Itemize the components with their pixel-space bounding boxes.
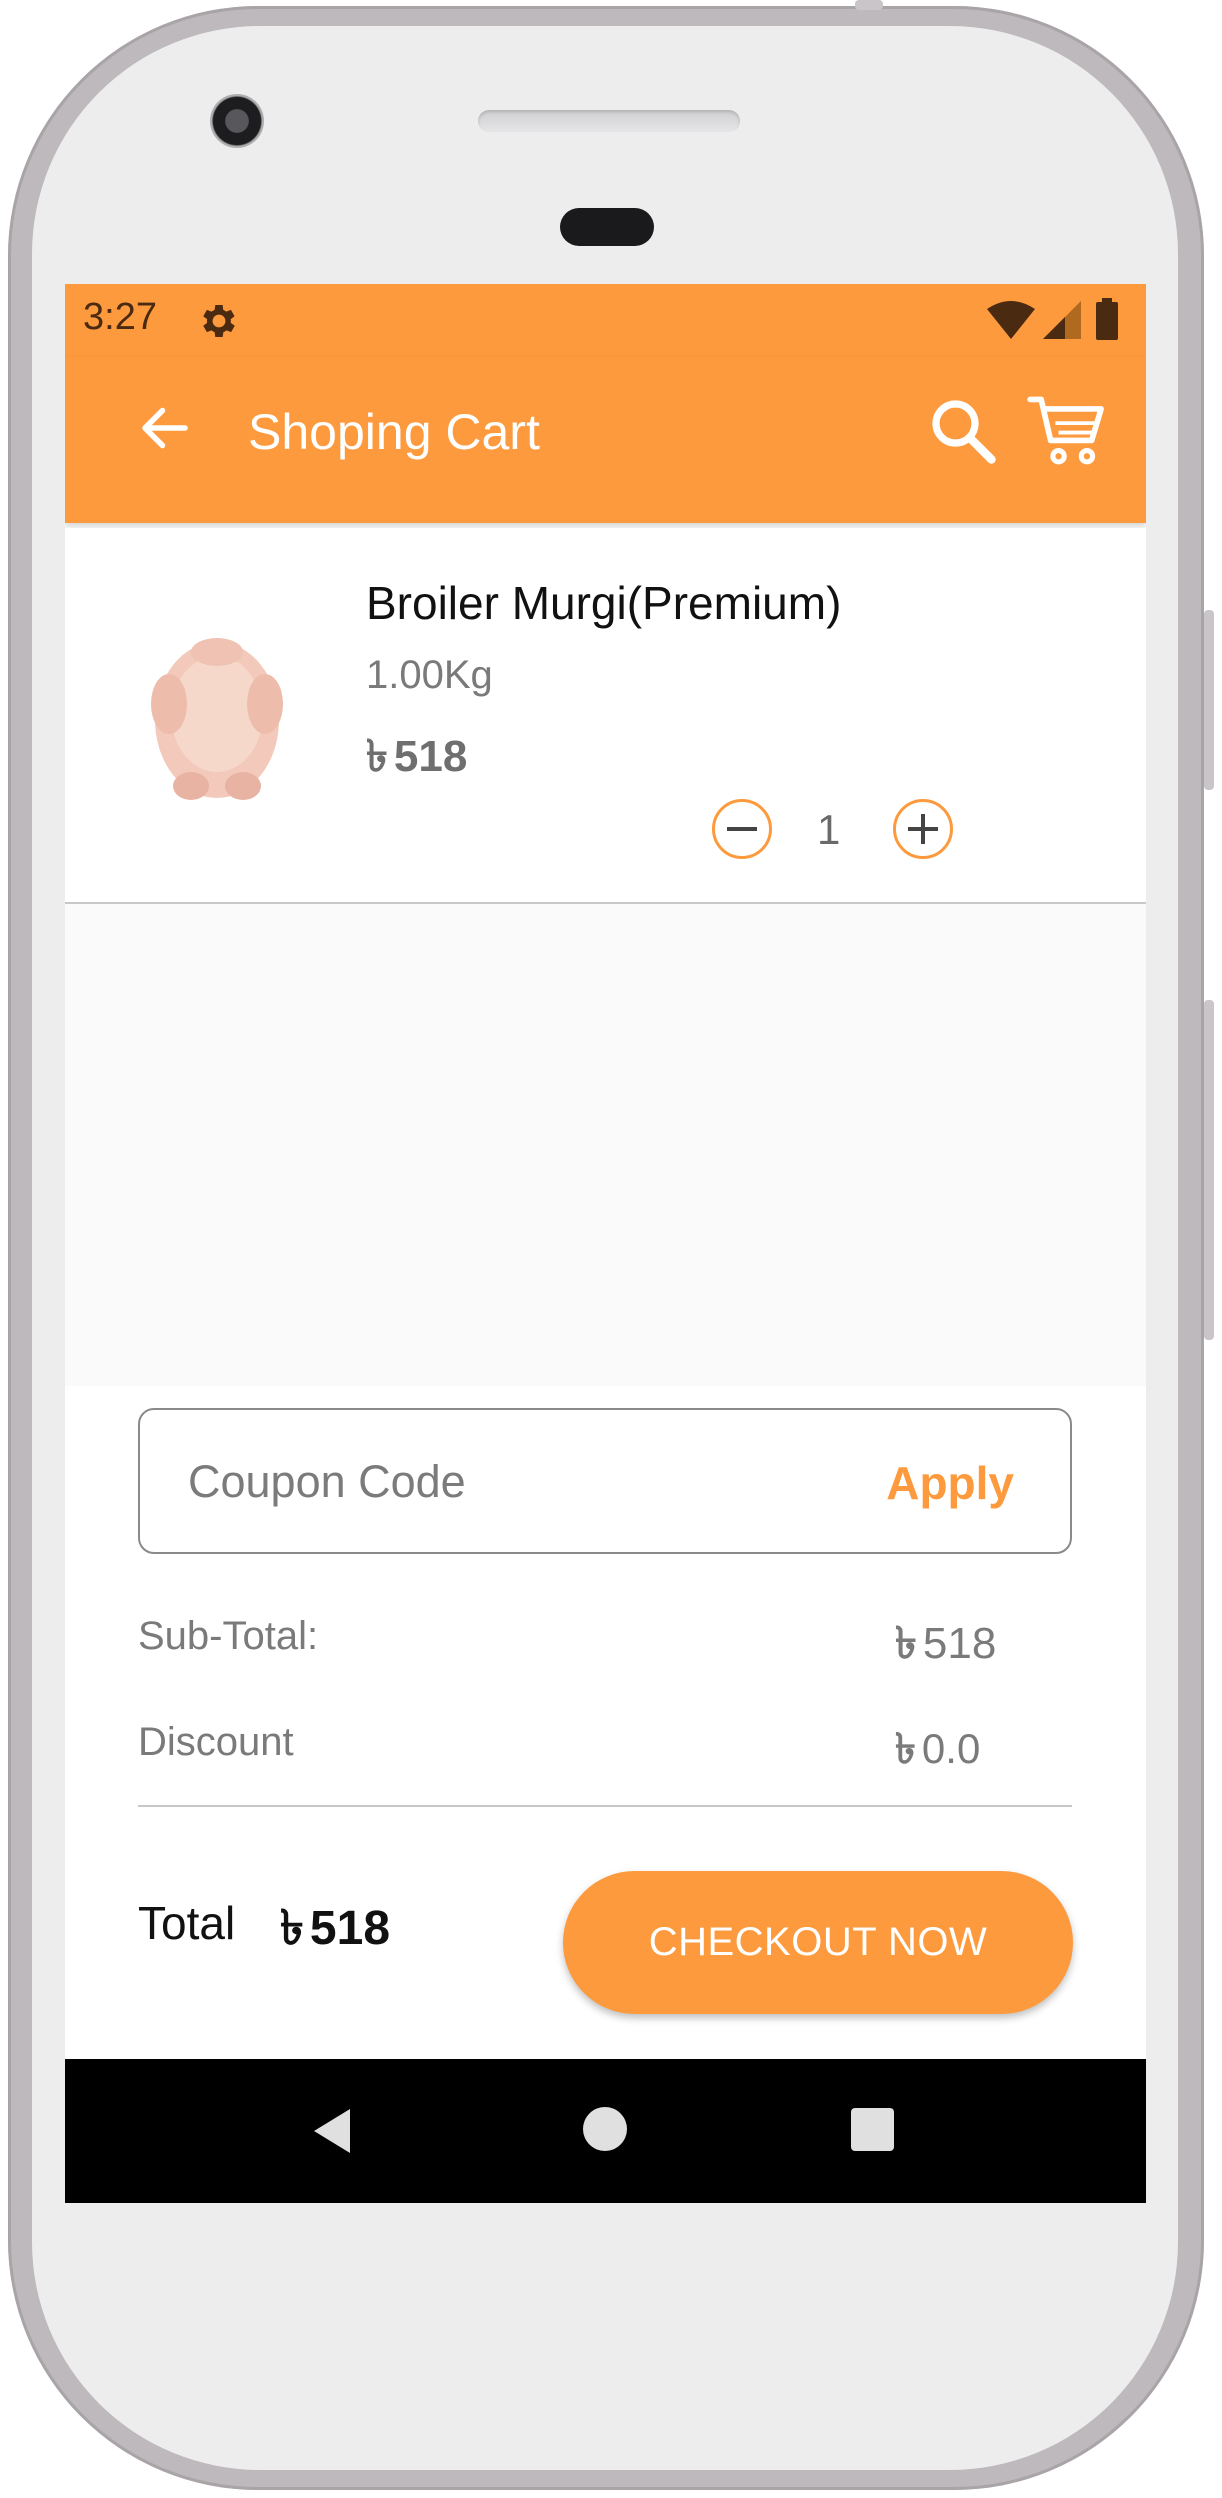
battery-icon: [1096, 298, 1118, 340]
nav-home-icon[interactable]: [583, 2107, 627, 2151]
apply-button[interactable]: Apply: [886, 1456, 1014, 1510]
subtotal-label: Sub-Total:: [138, 1614, 319, 1658]
total-value: ৳ 518: [280, 1892, 390, 1971]
product-price-value: 518: [393, 732, 468, 781]
wifi-icon: [987, 301, 1035, 339]
coupon-input[interactable]: [186, 1446, 850, 1518]
total-label: Total: [138, 1897, 236, 1949]
gear-icon: [203, 305, 235, 337]
volume-button: [1204, 1000, 1214, 1340]
order-summary: Apply Sub-Total: ৳518 Discount ৳0.0 Tota…: [65, 1386, 1146, 2059]
nav-back-icon[interactable]: [308, 2103, 364, 2159]
total-amount: 518: [309, 1902, 391, 1955]
checkout-button[interactable]: CHECKOUT NOW: [563, 1871, 1073, 2014]
product-weight: 1.00Kg: [366, 653, 493, 697]
page-title: Shoping Cart: [248, 404, 540, 460]
quantity-value: 1: [817, 806, 841, 853]
quantity-increase-button[interactable]: [893, 799, 953, 859]
subtotal-value: ৳ 518: [895, 1610, 996, 1683]
currency-symbol: ৳: [895, 1618, 917, 1669]
discount-value: ৳ 0.0: [895, 1716, 980, 1787]
app-screen: 3:27 Shoping Cart Broiler Murgi(Premium)…: [65, 284, 1146, 2203]
signal-icon: [1043, 301, 1081, 339]
product-image: [117, 608, 317, 818]
status-bar: 3:27: [65, 284, 1146, 357]
currency-symbol: ৳: [895, 1724, 916, 1773]
status-time: 3:27: [83, 296, 157, 338]
discount-amount: 0.0: [921, 1725, 981, 1772]
cart-icon[interactable]: [1027, 393, 1109, 469]
app-bar: Shoping Cart: [65, 357, 1146, 523]
discount-label: Discount: [138, 1720, 294, 1764]
product-name: Broiler Murgi(Premium): [366, 577, 842, 629]
proximity-sensor: [560, 208, 654, 246]
side-button: [1204, 610, 1214, 790]
search-icon[interactable]: [927, 395, 999, 467]
coupon-field: Apply: [138, 1408, 1072, 1554]
currency-symbol: ৳: [280, 1900, 304, 1956]
currency-symbol: ৳: [366, 731, 388, 782]
product-price: ৳ 518: [366, 723, 467, 796]
divider: [138, 1805, 1072, 1807]
quantity-decrease-button[interactable]: [712, 799, 772, 859]
power-button-top: [855, 0, 883, 10]
nav-recents-icon[interactable]: [851, 2108, 894, 2151]
front-camera: [210, 94, 264, 148]
back-arrow-icon[interactable]: [135, 398, 195, 458]
cart-item: Broiler Murgi(Premium) 1.00Kg ৳ 518 1: [65, 528, 1146, 904]
system-nav-bar: [65, 2059, 1146, 2203]
earpiece-speaker: [478, 110, 740, 132]
subtotal-amount: 518: [922, 1619, 997, 1668]
